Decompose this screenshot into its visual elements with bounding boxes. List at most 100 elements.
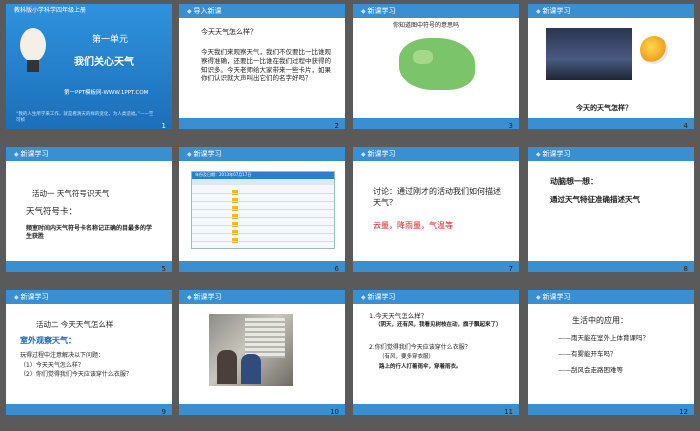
- header-bar: 新课学习: [353, 147, 519, 161]
- slide-6-thumbnail[interactable]: 新课学习 年份及日期：2013年07月17日 6: [179, 147, 345, 272]
- header-bar: 新课学习: [6, 290, 172, 304]
- slide-1-thumbnail[interactable]: 教科版小学科学四年级上册 第一单元 我们关心天气 第一PPT模板网-WWW.1P…: [6, 4, 172, 129]
- slide-number: 9: [161, 408, 166, 415]
- think-text: 通过天气特征准确描述天气: [550, 195, 640, 204]
- header-tag: 新课学习: [187, 292, 222, 302]
- students-photo: [209, 314, 293, 386]
- grade-label: 教科版小学科学四年级上册: [14, 7, 87, 14]
- footer-bar: [6, 404, 172, 415]
- answer-text: 云量，降雨量，气温等: [373, 221, 453, 230]
- slide-number: 12: [679, 408, 688, 415]
- header-tag: 新课学习: [361, 149, 396, 159]
- application-title: 生活中的应用：: [572, 316, 628, 325]
- rule-text: 频室时间内天气符号卡名称记正确的目最多的学生获胜: [26, 225, 153, 241]
- header-bar: 新课学习: [528, 147, 694, 161]
- header-tag: 新课学习: [187, 149, 222, 159]
- map-region: [413, 50, 433, 64]
- header-tag: 新课学习: [361, 6, 396, 16]
- question-1: 1.今天天气怎么样？: [369, 312, 428, 320]
- student-figure: [217, 350, 237, 384]
- student-figure: [241, 354, 261, 384]
- header-bar: 导入新课: [179, 4, 345, 18]
- header-bar: 新课学习: [353, 4, 519, 18]
- slide-number: 6: [334, 265, 339, 272]
- discussion-text: 讨论：通过刚才的活动我们如何描述天气？: [373, 187, 501, 207]
- site-label: 第一PPT模板网-WWW.1PPT.COM: [64, 90, 149, 96]
- footer-bar: [353, 118, 519, 129]
- think-title: 动脑想一想：: [550, 177, 598, 186]
- header-tag: 新课学习: [361, 292, 396, 302]
- application-item-2: ——有雾能开车吗？: [558, 350, 617, 358]
- activity-title: 活动二 今天天气怎么样: [36, 320, 114, 329]
- header-bar: 新课学习: [6, 147, 172, 161]
- quote-text: “我的人生所学来工作，就是看清天的样的变化，为人类造福。”——竺可桢: [16, 112, 154, 124]
- weather-table-header: 年份及日期：2013年07月17日: [192, 172, 334, 179]
- lightbulb-icon: [20, 28, 46, 62]
- window-blinds: [245, 318, 285, 358]
- header-bar: 新课学习: [179, 147, 345, 161]
- footer-bar: [179, 261, 345, 272]
- slide-4-thumbnail[interactable]: 新课学习 今天的天气怎样？ 4: [528, 4, 694, 129]
- answer-3: 路上的行人打着雨伞，穿着雨衣。: [379, 364, 462, 370]
- question-text: 今天天气怎么样？: [201, 28, 257, 36]
- observe-title: 室外观察天气：: [20, 336, 76, 345]
- sun-cloud-icon: [640, 36, 668, 64]
- slide-7-thumbnail[interactable]: 新课学习 讨论：通过刚才的活动我们如何描述天气？ 云量，降雨量，气温等 7: [353, 147, 519, 272]
- slide-number: 3: [508, 122, 513, 129]
- slide-number: 1: [161, 122, 166, 129]
- header-bar: 新课学习: [528, 4, 694, 18]
- slide-3-thumbnail[interactable]: 新课学习 你知道图中符号的意思吗 3: [353, 4, 519, 129]
- slide-5-thumbnail[interactable]: 新课学习 活动一 天气符号识天气 天气符号卡： 频室时间内天气符号卡名称记正确的…: [6, 147, 172, 272]
- footer-bar: [528, 118, 694, 129]
- slide-title: 我们关心天气: [74, 57, 134, 68]
- card-title: 天气符号卡：: [26, 207, 78, 217]
- footer-bar: [179, 404, 345, 415]
- footer-bar: [353, 261, 519, 272]
- slide-12-thumbnail[interactable]: 新课学习 生活中的应用： ——雨天能在室外上体育课吗？ ——有雾能开车吗？ ——…: [528, 290, 694, 415]
- slide-2-thumbnail[interactable]: 导入新课 今天天气怎么样？ 今天我们来观察天气，我们不仅要比一比谁观察得准确，还…: [179, 4, 345, 129]
- footer-bar: [528, 261, 694, 272]
- header-tag: 新课学习: [536, 292, 571, 302]
- slide-number: 4: [683, 122, 688, 129]
- footer-bar: [179, 118, 345, 129]
- question-text: 今天的天气怎样？: [576, 104, 632, 112]
- header-bar: 新课学习: [528, 290, 694, 304]
- lightbulb-base: [27, 60, 39, 72]
- slide-10-thumbnail[interactable]: 新课学习 10: [179, 290, 345, 415]
- caption-text: 你知道图中符号的意思吗: [393, 22, 460, 29]
- footer-bar: [528, 404, 694, 415]
- instruction-text: 玩得过程中注意解决以下问题：: [20, 352, 105, 359]
- slide-number: 10: [330, 408, 339, 415]
- lightning-photo: [546, 28, 632, 80]
- header-tag: 新课学习: [536, 6, 571, 16]
- slide-number: 2: [334, 122, 339, 129]
- slide-number: 11: [504, 408, 513, 415]
- activity-title: 活动一 天气符号识天气: [32, 189, 110, 198]
- slide-9-thumbnail[interactable]: 新课学习 活动二 今天天气怎么样 室外观察天气： 玩得过程中注意解决以下问题： …: [6, 290, 172, 415]
- slide-number: 8: [683, 265, 688, 272]
- question-1: （1）今天天气怎么样？: [20, 362, 84, 369]
- application-item-3: ——刮风会走路困难等: [558, 366, 623, 374]
- header-tag: 导入新课: [187, 6, 222, 16]
- header-tag: 新课学习: [14, 292, 49, 302]
- body-text: 今天我们来观察天气，我们不仅要比一比谁观察得准确，还要比一比谁在我们过程中获得的…: [201, 48, 331, 83]
- weather-table-columns: [192, 179, 334, 185]
- slide-number: 5: [161, 265, 166, 272]
- slide-11-thumbnail[interactable]: 新课学习 1.今天天气怎么样？ （阴天，还有风，我看见树枝在动，旗子飘起来了） …: [353, 290, 519, 415]
- weather-table: 年份及日期：2013年07月17日: [191, 171, 335, 249]
- slide-number: 7: [508, 265, 513, 272]
- footer-bar: [6, 261, 172, 272]
- answer-1: （阴天，还有风，我看见树枝在动，旗子飘起来了）: [375, 322, 502, 328]
- header-bar: 新课学习: [179, 290, 345, 304]
- footer-bar: [353, 404, 519, 415]
- question-2: （2）你们觉得我们今天应该穿什么衣服？: [20, 371, 132, 378]
- question-2: 2.你们觉得我们今天应该穿什么衣服？: [369, 344, 471, 351]
- header-bar: 新课学习: [353, 290, 519, 304]
- answer-2: （有风，要多穿衣服）: [379, 354, 435, 360]
- header-tag: 新课学习: [14, 149, 49, 159]
- application-item-1: ——雨天能在室外上体育课吗？: [558, 334, 649, 342]
- weather-table-rows: [192, 186, 334, 248]
- header-tag: 新课学习: [536, 149, 571, 159]
- slide-8-thumbnail[interactable]: 新课学习 动脑想一想： 通过天气特征准确描述天气 8: [528, 147, 694, 272]
- china-map-image: [399, 38, 475, 90]
